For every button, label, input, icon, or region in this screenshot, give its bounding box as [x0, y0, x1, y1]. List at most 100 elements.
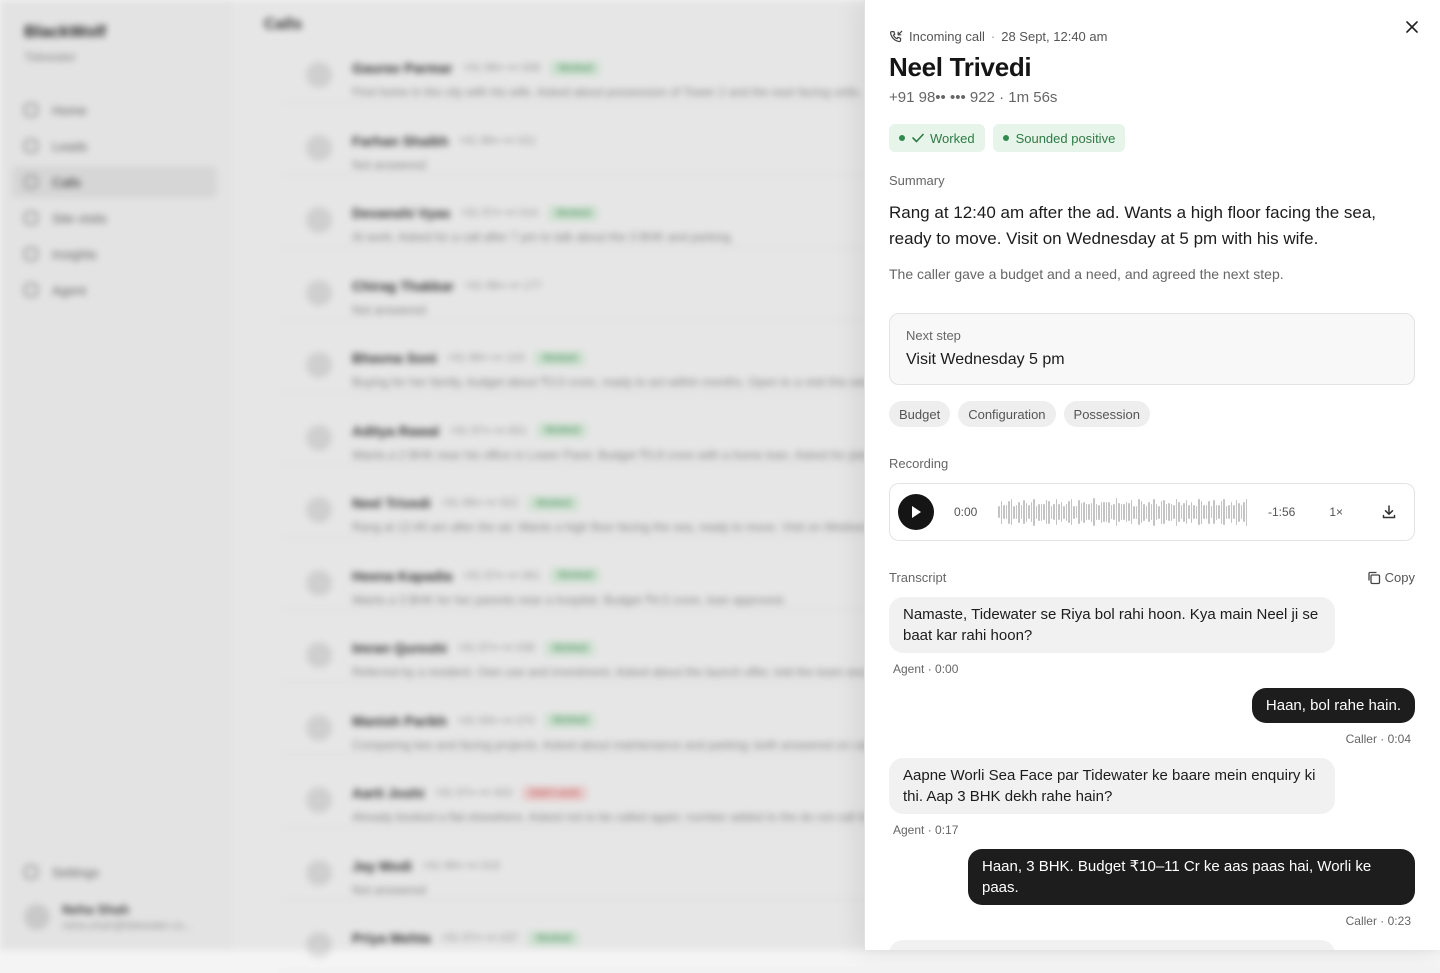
waveform-bar	[1098, 505, 1100, 520]
topic-chip[interactable]: Configuration	[958, 401, 1055, 427]
waveform-bar	[1133, 506, 1135, 519]
waveform-bar	[1243, 502, 1245, 522]
waveform-bar	[1131, 500, 1133, 524]
waveform-bar	[1023, 500, 1025, 524]
waveform-bar	[1211, 506, 1213, 518]
message-bubble: Aapne Worli Sea Face par Tidewater ke ba…	[889, 758, 1335, 814]
next-step-value: Visit Wednesday 5 pm	[906, 351, 1398, 369]
waveform-bar	[1063, 506, 1065, 519]
waveform-bar	[1001, 501, 1003, 524]
summary-note: The caller gave a budget and a need, and…	[889, 266, 1415, 282]
close-icon	[1406, 21, 1418, 33]
waveform-bar	[1086, 504, 1088, 520]
waveform-bar	[1113, 504, 1115, 520]
copy-label: Copy	[1385, 570, 1415, 585]
waveform-bar	[1223, 499, 1225, 525]
waveform-bar	[1138, 499, 1140, 525]
waveform-bar	[1123, 504, 1125, 520]
waveform-bar	[1183, 503, 1185, 522]
waveform-bar	[1091, 503, 1093, 522]
message-meta: Caller · 0:23	[1346, 914, 1415, 928]
waveform-bar	[1108, 502, 1110, 523]
message-meta: Agent · 0:00	[889, 662, 1415, 676]
waveform-bar	[1188, 505, 1190, 519]
waveform-bar	[1128, 503, 1130, 521]
waveform-bar	[1076, 506, 1078, 518]
waveform-bar	[1008, 501, 1010, 524]
waveform-bar	[1118, 503, 1120, 522]
waveform-bar	[1203, 505, 1205, 519]
audio-player: 0:00 -1:56 1×	[889, 483, 1415, 541]
waveform-bar	[1218, 505, 1220, 519]
waveform-bar	[1156, 504, 1158, 520]
waveform-bar	[1231, 502, 1233, 523]
message-bubble: Haan, 3 BHK. Budget ₹10–11 Cr ke aas paa…	[968, 849, 1415, 905]
copy-icon	[1367, 571, 1381, 585]
topic-chip[interactable]: Budget	[889, 401, 950, 427]
caller-phone-duration: +91 98•• ••• 922 · 1m 56s	[889, 89, 1415, 106]
waveform-bar	[1181, 505, 1183, 519]
waveform-bar	[1011, 499, 1013, 525]
waveform-bar	[1101, 502, 1103, 523]
playback-speed-button[interactable]: 1×	[1329, 505, 1343, 519]
waveform-bar	[1053, 504, 1055, 520]
waveform-bar	[1058, 504, 1060, 520]
waveform-bar	[1241, 505, 1243, 519]
waveform-bar	[1141, 501, 1143, 523]
agent-message: Namaste, Tidewater se Riya bol rahi hoon…	[889, 597, 1415, 676]
waveform-bar	[1193, 505, 1195, 519]
waveform-bar	[1033, 499, 1035, 526]
waveform-bar	[1073, 506, 1075, 519]
waveform-bar	[1056, 499, 1058, 525]
waveform-bar	[1153, 499, 1155, 526]
waveform-bar	[1051, 506, 1053, 519]
play-icon	[910, 505, 922, 519]
waveform-bar	[1041, 504, 1043, 521]
waveform-bar	[1036, 506, 1038, 519]
waveform-bar	[1013, 506, 1015, 519]
copy-button[interactable]: Copy	[1367, 570, 1415, 585]
download-icon	[1381, 504, 1397, 520]
waveform-bar	[1178, 502, 1180, 522]
play-button[interactable]	[898, 494, 934, 530]
message-bubble: Namaste, Tidewater se Riya bol rahi hoon…	[889, 597, 1335, 653]
waveform-bar	[1088, 504, 1090, 520]
waveform-bar	[1096, 504, 1098, 520]
caller-message: Haan, bol rahe hain.Caller · 0:04	[889, 688, 1415, 746]
download-button[interactable]	[1381, 504, 1397, 520]
waveform-bar	[1226, 506, 1228, 519]
waveform-bar	[1106, 502, 1108, 522]
waveform-bar	[1046, 500, 1048, 524]
waveform-bar	[1028, 505, 1030, 519]
transcript-list: Namaste, Tidewater se Riya bol rahi hoon…	[889, 597, 1415, 950]
meta-separator: ·	[991, 29, 995, 44]
waveform-bar	[1078, 500, 1080, 524]
waveform-bar	[1198, 499, 1200, 525]
message-bubble: Haan, bol rahe hain.	[1252, 688, 1415, 723]
badge-label: Sounded positive	[1016, 131, 1116, 146]
waveform-bar	[1021, 505, 1023, 519]
waveform-bar	[1151, 504, 1153, 520]
waveform-bar	[1166, 504, 1168, 520]
transcript-header: Transcript Copy	[889, 570, 1415, 585]
waveform-bar	[1068, 501, 1070, 523]
waveform-bar	[1191, 502, 1193, 523]
waveform-bar	[1093, 498, 1095, 526]
waveform-bar	[1121, 504, 1123, 520]
incoming-call-icon	[889, 30, 903, 44]
call-date: 28 Sept, 12:40 am	[1001, 29, 1107, 44]
waveform-bar	[1003, 505, 1005, 519]
topic-chip[interactable]: Possession	[1064, 401, 1150, 427]
waveform-bar	[1146, 506, 1148, 519]
agent-message: Aapne Worli Sea Face par Tidewater ke ba…	[889, 758, 1415, 837]
close-button[interactable]	[1402, 17, 1422, 37]
status-badges: Worked Sounded positive	[889, 124, 1415, 152]
recording-label: Recording	[889, 456, 1415, 471]
call-type: Incoming call	[909, 29, 985, 44]
waveform-bar	[1201, 501, 1203, 524]
waveform-bar	[1236, 500, 1238, 525]
waveform-scrubber[interactable]	[998, 496, 1250, 528]
waveform-bar	[1206, 505, 1208, 519]
waveform-bar	[1126, 502, 1128, 522]
call-meta: Incoming call · 28 Sept, 12:40 am	[889, 29, 1415, 44]
